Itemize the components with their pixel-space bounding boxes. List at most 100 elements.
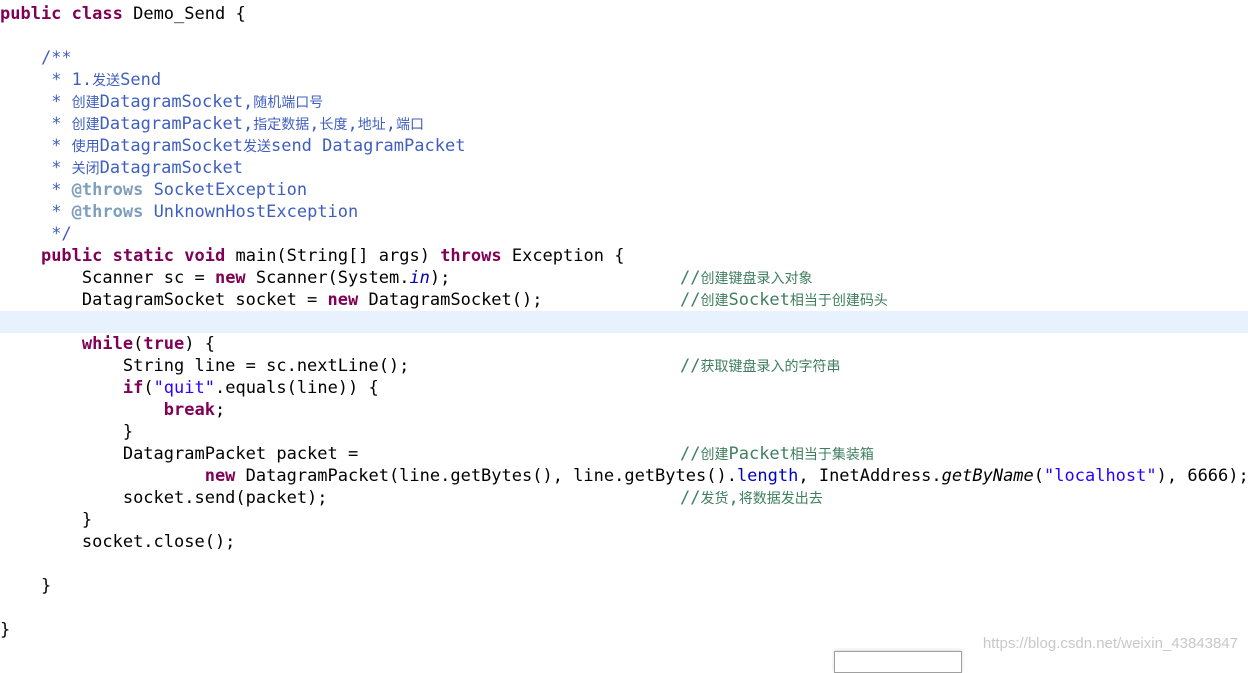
- code-line[interactable]: new DatagramPacket(line.getBytes(), line…: [0, 465, 1248, 487]
- comment-token: 将数据发出去: [738, 491, 823, 507]
- code-token: 创建: [71, 95, 100, 111]
- code-token: socket.close();: [81, 532, 236, 552]
- code-token: 长度: [319, 117, 348, 133]
- java-code-editor[interactable]: public class Demo_Send { /** * 1.发送Send …: [0, 3, 1248, 641]
- code-line[interactable]: }: [0, 575, 1248, 597]
- code-line[interactable]: }: [0, 509, 1248, 531]
- comment-token: 创建: [700, 447, 729, 463]
- code-token: * 1.: [40, 70, 93, 90]
- code-token: /**: [40, 48, 72, 68]
- code-token: static: [112, 246, 175, 266]
- code-line[interactable]: [0, 553, 1248, 575]
- code-token: 地址: [357, 117, 386, 133]
- code-token: DatagramSocket,: [99, 92, 254, 112]
- code-token: }: [40, 576, 52, 596]
- code-token: @throws: [71, 202, 144, 222]
- code-token: true: [143, 334, 185, 354]
- code-token: 使用: [71, 139, 100, 155]
- code-token: if: [122, 378, 144, 398]
- code-token: DatagramSocket socket =: [81, 290, 328, 310]
- inline-comment: //创建键盘录入对象: [680, 267, 812, 290]
- code-line[interactable]: [0, 25, 1248, 47]
- code-token: Send: [120, 70, 162, 90]
- code-token: ,: [347, 114, 358, 134]
- code-line[interactable]: Scanner sc = new Scanner(System.in); //创建…: [0, 267, 1248, 289]
- code-token: (: [1033, 466, 1045, 486]
- code-token: @throws: [71, 180, 144, 200]
- code-token: DatagramPacket packet =: [122, 444, 359, 464]
- code-token: (: [133, 334, 144, 354]
- code-line[interactable]: String line = sc.nextLine(); //获取键盘录入的字符串: [0, 355, 1248, 377]
- code-line[interactable]: * 创建DatagramSocket,随机端口号: [0, 91, 1248, 113]
- code-token: DatagramSocket: [99, 158, 243, 178]
- code-token: Scanner(System.: [245, 268, 410, 288]
- code-token: 发送: [242, 139, 271, 155]
- code-token: break: [163, 400, 215, 420]
- code-token: ,: [309, 114, 320, 134]
- comment-token: //: [680, 356, 701, 376]
- code-line[interactable]: socket.close();: [0, 531, 1248, 553]
- code-token: new: [204, 466, 236, 486]
- comment-token: ,: [728, 488, 739, 508]
- comment-token: 相当于集装箱: [789, 447, 874, 463]
- code-token: *: [40, 158, 72, 178]
- code-token: }: [122, 422, 134, 442]
- code-token: UnknownHostException: [143, 202, 359, 222]
- code-line[interactable]: socket.send(packet); //发货,将数据发出去: [0, 487, 1248, 509]
- code-line[interactable]: * 创建DatagramPacket,指定数据,长度,地址,端口: [0, 113, 1248, 135]
- comment-token: 创建键盘录入对象: [700, 271, 813, 287]
- comment-token: 获取键盘录入的字符串: [700, 359, 841, 375]
- code-line[interactable]: if("quit".equals(line)) {: [0, 377, 1248, 399]
- comment-token: 相当于创建码头: [789, 293, 888, 309]
- code-token: main(String[] args): [225, 246, 441, 266]
- inline-comment: //创建Packet相当于集装箱: [680, 443, 874, 466]
- comment-token: 创建: [700, 293, 729, 309]
- code-token: in: [409, 268, 430, 288]
- comment-token: Packet: [728, 444, 790, 464]
- comment-token: 发货: [700, 491, 729, 507]
- code-line[interactable]: }: [0, 421, 1248, 443]
- code-token: socket.send(packet);: [122, 488, 328, 508]
- code-token: throws: [440, 246, 502, 266]
- code-token: 指定数据: [253, 117, 310, 133]
- code-token: *: [40, 202, 72, 222]
- code-line[interactable]: * 使用DatagramSocket发送send DatagramPacket: [0, 135, 1248, 157]
- code-token: ,: [385, 114, 396, 134]
- code-token: public: [40, 246, 103, 266]
- code-token: ) {: [184, 334, 215, 354]
- code-token: .equals(line)) {: [214, 378, 379, 398]
- code-token: DatagramPacket(line.getBytes(), line.get…: [235, 466, 737, 486]
- code-line[interactable]: [0, 597, 1248, 619]
- code-line[interactable]: * @throws UnknownHostException: [0, 201, 1248, 223]
- popup-tooltip-box: [834, 651, 962, 673]
- code-token: *: [40, 180, 72, 200]
- code-line[interactable]: public class Demo_Send {: [0, 3, 1248, 25]
- code-line[interactable]: public static void main(String[] args) t…: [0, 245, 1248, 267]
- code-token: Demo_Send {: [122, 4, 246, 24]
- code-line[interactable]: while(true) {: [0, 333, 1248, 355]
- code-token: "quit": [153, 378, 215, 398]
- comment-token: //: [680, 268, 701, 288]
- code-line[interactable]: break;: [0, 399, 1248, 421]
- code-line[interactable]: [0, 311, 1248, 333]
- code-line[interactable]: * 1.发送Send: [0, 69, 1248, 91]
- code-token: );: [429, 268, 451, 288]
- inline-comment: //创建Socket相当于创建码头: [680, 289, 888, 312]
- code-line[interactable]: DatagramPacket packet = //创建Packet相当于集装箱: [0, 443, 1248, 465]
- code-line[interactable]: * 关闭DatagramSocket: [0, 157, 1248, 179]
- code-token: 发送: [92, 73, 121, 89]
- code-token: new: [214, 268, 246, 288]
- code-line[interactable]: */: [0, 223, 1248, 245]
- code-line[interactable]: DatagramSocket socket = new DatagramSock…: [0, 289, 1248, 311]
- code-token: ), 6666);: [1156, 466, 1248, 486]
- code-token: public: [0, 4, 62, 24]
- code-line[interactable]: * @throws SocketException: [0, 179, 1248, 201]
- code-token: }: [81, 510, 93, 530]
- code-line[interactable]: /**: [0, 47, 1248, 69]
- csdn-watermark: https://blog.csdn.net/weixin_43843847: [982, 635, 1238, 652]
- code-token: Exception {: [501, 246, 625, 266]
- comment-token: //: [680, 488, 701, 508]
- code-token: String line = sc.nextLine();: [122, 356, 410, 376]
- code-token: class: [71, 4, 123, 24]
